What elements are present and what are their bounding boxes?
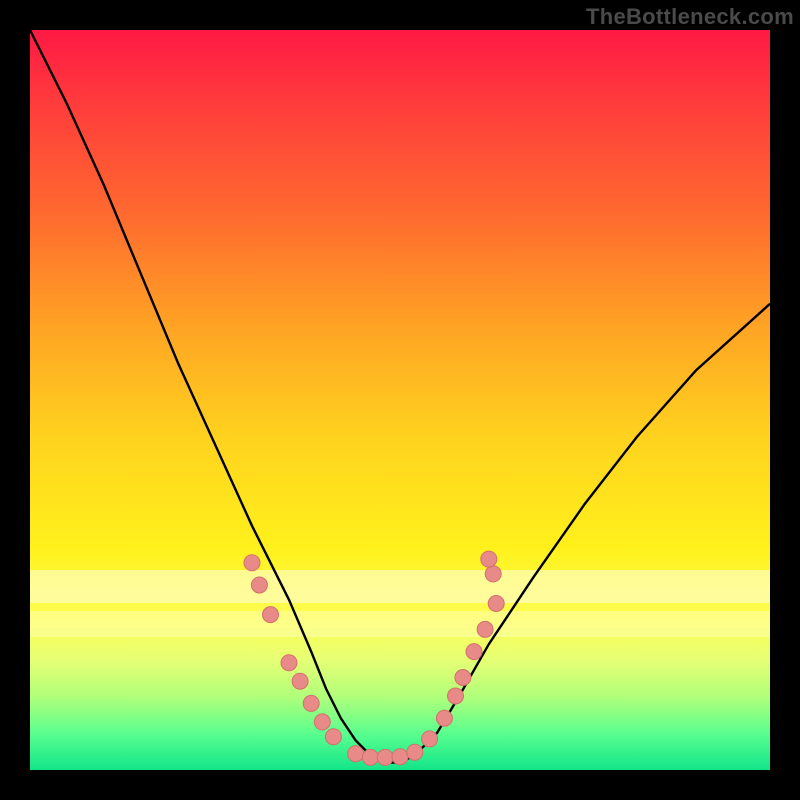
curve-marker (303, 695, 319, 711)
curve-marker (422, 731, 438, 747)
bottleneck-curve (30, 30, 770, 763)
plot-area (30, 30, 770, 770)
curve-marker (488, 596, 504, 612)
curve-marker (348, 746, 364, 762)
curve-marker (251, 577, 267, 593)
curve-marker (477, 621, 493, 637)
curve-marker (244, 555, 260, 571)
curve-marker (281, 655, 297, 671)
curve-marker (436, 710, 452, 726)
curve-marker (392, 749, 408, 765)
curve-marker (325, 729, 341, 745)
curve-markers (244, 551, 504, 765)
curve-marker (448, 688, 464, 704)
bottleneck-curve-svg (30, 30, 770, 770)
curve-marker (485, 566, 501, 582)
curve-marker (407, 744, 423, 760)
curve-marker (466, 644, 482, 660)
curve-marker (481, 551, 497, 567)
curve-marker (314, 714, 330, 730)
curve-marker (362, 749, 378, 765)
chart-frame: TheBottleneck.com (0, 0, 800, 800)
curve-marker (292, 673, 308, 689)
curve-marker (263, 607, 279, 623)
source-label: TheBottleneck.com (586, 4, 794, 30)
curve-marker (455, 670, 471, 686)
curve-marker (377, 749, 393, 765)
